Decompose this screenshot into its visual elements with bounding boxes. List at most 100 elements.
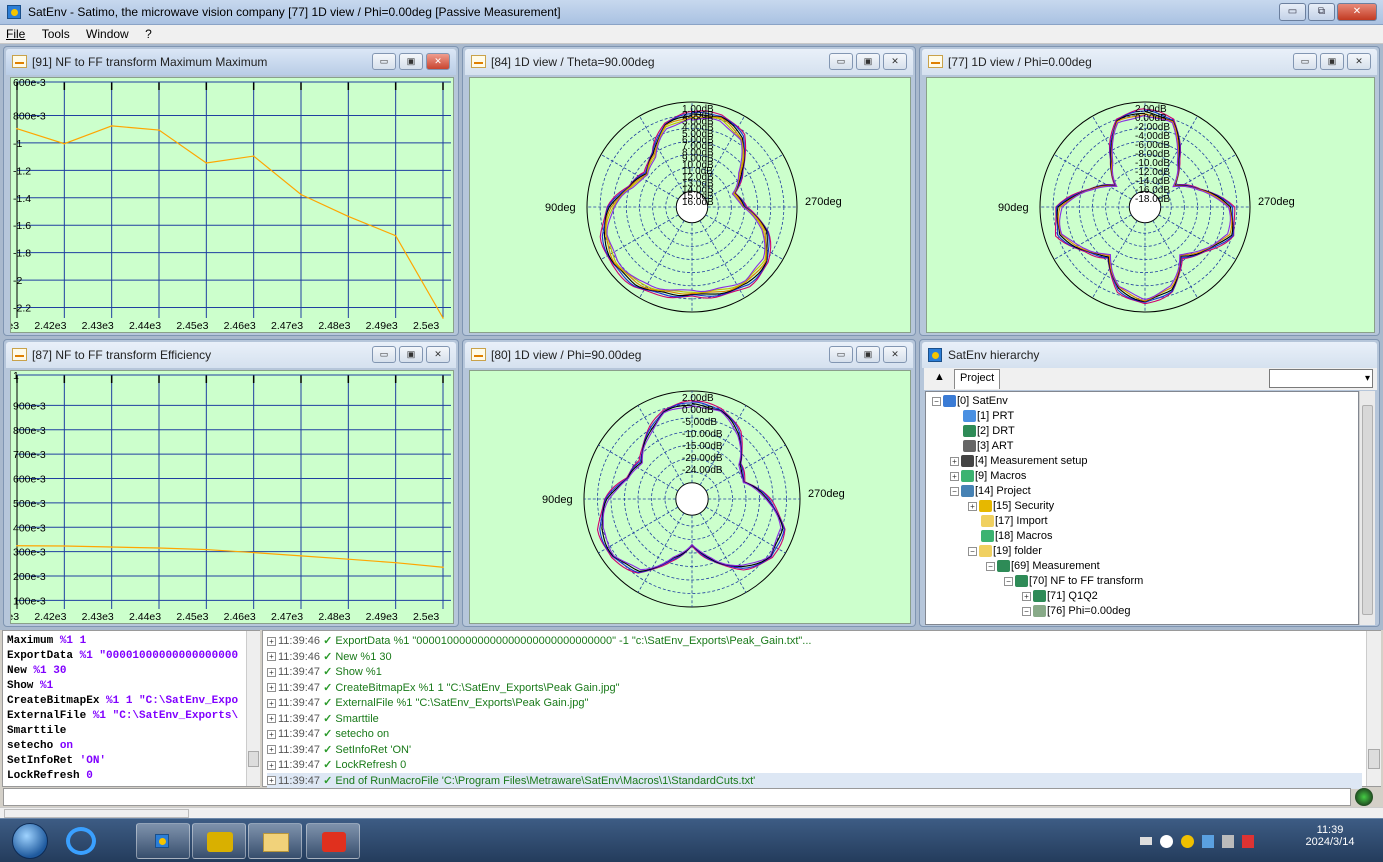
command-history-item[interactable]: ExportData %1 "00001000000000000000	[7, 649, 238, 664]
window-phi-0[interactable]: [77] 1D view / Phi=0.00deg ▭ ▣ ✕ 90deg 27…	[919, 46, 1380, 336]
expand-icon[interactable]: +	[267, 652, 276, 662]
expand-icon[interactable]: +	[267, 683, 276, 693]
taskbar-wps[interactable]	[306, 823, 360, 859]
tree-item[interactable]: + [15] Security	[968, 499, 1054, 514]
maximize-button[interactable]: ⧉	[1308, 3, 1335, 21]
expand-icon[interactable]: +	[1022, 591, 1031, 601]
tree-item[interactable]: [2] DRT	[950, 424, 1015, 439]
expand-icon[interactable]: +	[267, 776, 276, 786]
log-entry[interactable]: +11:39:46 ✓ ExportData %1 "0000100000000…	[267, 633, 1362, 649]
collapse-icon[interactable]: −	[968, 546, 977, 556]
hierarchy-tree[interactable]: − [0] SatEnv [1] PRT [2] DRT [3] ART + [4] Mea…	[925, 391, 1359, 625]
menu-help[interactable]: ?	[139, 25, 159, 41]
tab-project[interactable]: Project	[954, 369, 1001, 389]
window-hierarchy[interactable]: SatEnv hierarchy ▲ Project ▾ − [0] SatEnv…	[919, 339, 1380, 627]
window-theta-90[interactable]: [84] 1D view / Theta=90.00deg ▭ ▣ ✕ 90de…	[462, 46, 916, 336]
close-button[interactable]: ✕	[426, 53, 450, 70]
tree-item[interactable]: − [14] Project	[950, 484, 1031, 499]
expand-icon[interactable]: +	[267, 667, 276, 677]
command-scrollbar[interactable]	[246, 631, 260, 786]
volume-muted-icon[interactable]	[1222, 834, 1234, 848]
minimize-button[interactable]: ▭	[829, 53, 853, 70]
polar-chart-phi-0[interactable]: 90deg 270deg 2.00dB 0.00dB -2.00dB -4.00dB -6.…	[926, 77, 1375, 333]
tree-item[interactable]: − [19] folder	[968, 544, 1042, 559]
tree-item[interactable]: [3] ART	[950, 439, 1013, 454]
minimize-button[interactable]: ▭	[829, 346, 853, 363]
command-input[interactable]	[3, 788, 1351, 806]
menu-window[interactable]: Window	[80, 25, 136, 41]
expand-icon[interactable]: +	[267, 698, 276, 708]
menu-tools[interactable]: Tools	[36, 25, 77, 41]
log-entry[interactable]: +11:39:47 ✓ LockRefresh 0	[267, 757, 1362, 773]
clock[interactable]: 11:39 2024/3/14	[1290, 824, 1370, 848]
tree-item[interactable]: + [9] Macros	[950, 469, 1026, 484]
scrollbar-thumb[interactable]	[248, 751, 259, 767]
expand-icon[interactable]: +	[968, 501, 977, 511]
macro-log-pane[interactable]: +11:39:46 ✓ ExportData %1 "0000100000000…	[262, 630, 1381, 789]
log-entry[interactable]: +11:39:47 ✓ CreateBitmapEx %1 1 "C:\SatE…	[267, 680, 1362, 696]
minimize-button[interactable]: ▭	[372, 346, 396, 363]
expand-icon[interactable]: +	[267, 729, 276, 739]
command-history-item[interactable]: CreateBitmapEx %1 1 "C:\SatEnv_Expo	[7, 694, 238, 709]
scrollbar-thumb[interactable]	[1362, 405, 1373, 615]
tree-item[interactable]: − [70] NF to FF transform	[1004, 574, 1143, 589]
log-entry[interactable]: +11:39:47 ✓ SetInfoRet 'ON'	[267, 742, 1362, 758]
scrollbar-thumb[interactable]	[1368, 749, 1380, 769]
tray-app-icon[interactable]	[1160, 834, 1173, 848]
command-history-item[interactable]: New %1 30	[7, 664, 66, 679]
menu-file[interactable]: File	[0, 25, 32, 41]
command-history-item[interactable]: ExternalFile %1 "C:\SatEnv_Exports\	[7, 709, 238, 724]
tree-item[interactable]: + [71] Q1Q2	[1022, 589, 1098, 604]
expand-icon[interactable]: +	[267, 636, 276, 646]
maximize-button[interactable]: ▣	[399, 53, 423, 70]
internet-explorer-icon[interactable]	[66, 827, 96, 855]
close-button[interactable]: ✕	[1347, 53, 1371, 70]
command-history-item[interactable]: Show %1	[7, 679, 53, 694]
line-chart-maximum[interactable]: 2.41e3 2.42e3 2.43e3 2.44e3 2.45e3 2.46e3 2.47…	[0, 77, 454, 333]
window-nf-ff-efficiency[interactable]: [87] NF to FF transform Efficiency ▭ ▣ ✕…	[0, 339, 459, 627]
maximize-button[interactable]: ▣	[399, 346, 423, 363]
taskbar-file-explorer[interactable]	[248, 823, 302, 859]
command-history-item[interactable]: LockRefresh 0	[7, 769, 93, 784]
maximize-button[interactable]: ▣	[856, 53, 880, 70]
polar-chart-phi-90[interactable]: 90deg 270deg 2.00dB 0.00dB -5.00dB -10.00dB -1…	[469, 370, 911, 624]
log-entry[interactable]: +11:39:46 ✓ New %1 30	[267, 649, 1362, 665]
tree-item[interactable]: [1] PRT	[950, 409, 1014, 424]
command-history-item[interactable]: setecho on	[7, 739, 73, 754]
hierarchy-scrollbar[interactable]	[1359, 391, 1375, 625]
window-phi-90[interactable]: [80] 1D view / Phi=90.00deg ▭ ▣ ✕ 90deg 2…	[462, 339, 916, 627]
command-history-pane[interactable]: Maximum %1 1 ExportData %1 "0000100000000…	[2, 630, 260, 787]
action-center-icon[interactable]	[1242, 834, 1254, 848]
collapse-icon[interactable]: −	[950, 486, 959, 496]
command-history-item[interactable]: Maximum %1 1	[7, 634, 86, 649]
maximize-button[interactable]: ▣	[1320, 53, 1344, 70]
log-entry[interactable]: +11:39:47 ✓ End of RunMacroFile 'C:\Prog…	[267, 772, 1362, 789]
command-history-item[interactable]: Smarttile	[7, 724, 66, 739]
close-button[interactable]: ✕	[883, 346, 907, 363]
collapse-icon[interactable]: −	[932, 396, 941, 406]
network-icon[interactable]	[1202, 834, 1214, 848]
hierarchy-filter-dropdown[interactable]: ▾	[1269, 369, 1373, 388]
minimize-button[interactable]: ▭	[372, 53, 396, 70]
minimize-button[interactable]: ▭	[1293, 53, 1317, 70]
window-nf-ff-maximum[interactable]: [91] NF to FF transform Maximum Maximum …	[0, 46, 459, 336]
log-entry[interactable]: +11:39:47 ✓ Smarttile	[267, 711, 1362, 727]
command-history-item[interactable]: SetInfoRet 'ON'	[7, 754, 106, 769]
taskbar-satenv[interactable]	[136, 823, 190, 859]
tree-item[interactable]: [17] Import	[968, 514, 1048, 529]
line-chart-efficiency[interactable]: 2.41e3 2.42e3 2.43e3 2.44e3 2.45e3 2.46e3 2.47…	[0, 370, 454, 624]
maximize-button[interactable]: ▣	[856, 346, 880, 363]
collapse-icon[interactable]: −	[986, 561, 995, 571]
close-button[interactable]: ✕	[1337, 3, 1377, 21]
start-button[interactable]	[12, 823, 48, 859]
expand-icon[interactable]: +	[950, 456, 959, 466]
expand-icon[interactable]: +	[267, 760, 276, 770]
expand-icon[interactable]: +	[267, 745, 276, 755]
expand-icon[interactable]: +	[267, 714, 276, 724]
tree-item[interactable]: − [0] SatEnv	[932, 394, 1008, 409]
close-button[interactable]: ✕	[883, 53, 907, 70]
tree-item[interactable]: − [76] Phi=0.00deg	[1022, 604, 1131, 619]
log-scrollbar[interactable]	[1366, 631, 1381, 786]
taskbar-spm[interactable]	[192, 823, 246, 859]
tree-item[interactable]: − [69] Measurement	[986, 559, 1100, 574]
